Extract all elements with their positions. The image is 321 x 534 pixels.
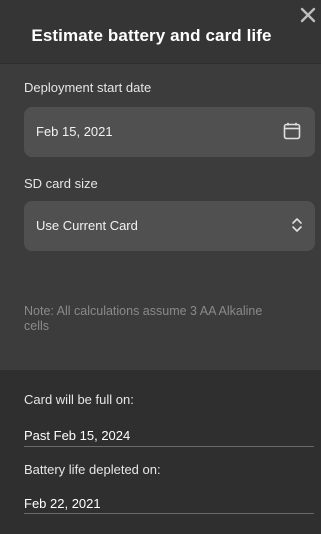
battery-depleted-value: Feb 22, 2021	[24, 496, 101, 511]
card-full-underline	[24, 446, 314, 447]
dialog-title: Estimate battery and card life	[31, 26, 272, 45]
chevron-up-down-icon	[292, 218, 302, 232]
header-divider	[0, 63, 321, 64]
card-full-value: Past Feb 15, 2024	[24, 428, 131, 443]
card-full-label: Card will be full on:	[24, 392, 134, 407]
calculation-note: Note: All calculations assume 3 AA Alkal…	[24, 304, 263, 333]
sd-card-label: SD card size	[24, 176, 98, 191]
battery-estimate-dialog: Estimate battery and card life Deploymen…	[0, 0, 321, 534]
close-icon[interactable]	[297, 4, 319, 26]
start-date-label: Deployment start date	[24, 80, 152, 95]
battery-depleted-underline	[24, 513, 314, 514]
results-panel: Card will be full on: Past Feb 15, 2024 …	[0, 370, 321, 534]
dialog-header: Estimate battery and card life	[0, 0, 321, 63]
start-date-field[interactable]: Feb 15, 2021	[24, 107, 315, 157]
sd-card-select[interactable]: Use Current Card	[24, 201, 315, 251]
battery-depleted-label: Battery life depleted on:	[24, 462, 161, 477]
sd-card-selected-value: Use Current Card	[36, 218, 138, 233]
start-date-value: Feb 15, 2021	[36, 124, 113, 139]
calendar-icon[interactable]	[283, 122, 301, 140]
